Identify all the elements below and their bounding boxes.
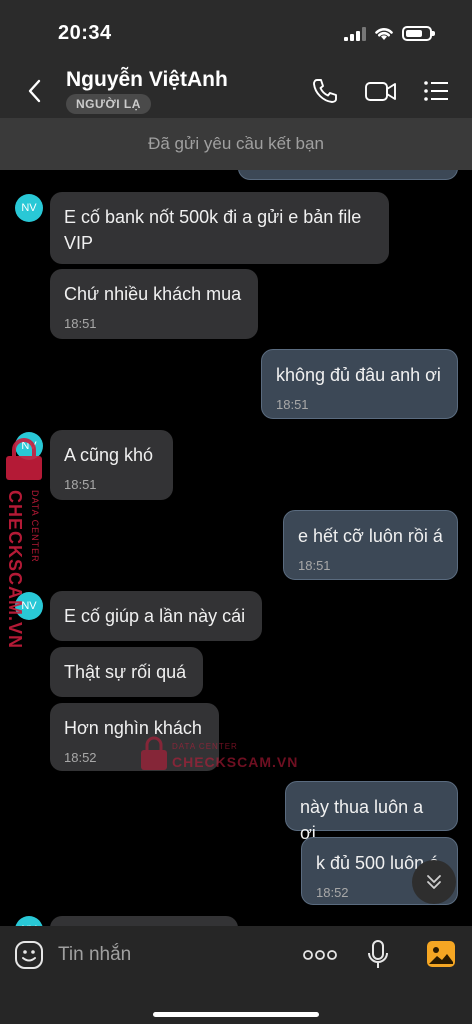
status-time: 20:34 xyxy=(58,22,112,44)
contact-name[interactable]: Nguyễn ViệtAnh xyxy=(66,68,228,92)
menu-list-icon[interactable] xyxy=(422,76,452,106)
watermark-lock-icon xyxy=(6,438,42,480)
gallery-icon[interactable] xyxy=(426,940,456,968)
message-text: E cố bank nốt 500k đi a gửi e bản file V… xyxy=(64,207,362,253)
message-input-bar: Tin nhắn xyxy=(0,926,472,1024)
home-indicator xyxy=(153,1012,319,1017)
message-text: e hết cỡ luôn rồi á xyxy=(298,526,443,546)
message-bubble[interactable]: e hết cỡ luôn rồi á 18:51 xyxy=(283,510,458,580)
wifi-icon xyxy=(375,28,393,40)
message-bubble[interactable]: A cũng khó 18:51 xyxy=(50,430,173,500)
message-text: Chứ nhiều khách mua xyxy=(64,284,242,304)
message-bubble[interactable]: không đủ đâu anh ơi 18:51 xyxy=(261,349,458,419)
message-time: 18:51 xyxy=(276,397,309,412)
message-text: không đủ đâu anh ơi xyxy=(276,365,441,385)
avatar[interactable]: NV xyxy=(15,194,43,222)
message-bubble[interactable]: Thật sự rối quá xyxy=(50,647,203,697)
more-icon[interactable] xyxy=(303,948,337,962)
stranger-badge: NGƯỜI LẠ xyxy=(66,94,151,114)
friend-request-notice: Đã gửi yêu cầu kết bạn xyxy=(0,118,472,170)
watermark-center: DATA CENTER CHECKSCAM.VN xyxy=(140,736,300,776)
chevron-down-icon xyxy=(427,875,441,889)
message-time: 18:51 xyxy=(298,558,331,573)
watermark-sub: DATA CENTER xyxy=(172,742,238,751)
signal-icon xyxy=(344,26,366,41)
watermark-brand: CHECKSCAM.VN xyxy=(172,754,299,770)
chat-header: Nguyễn ViệtAnh NGƯỜI LẠ xyxy=(0,58,472,118)
message-bubble-partial xyxy=(238,170,458,180)
message-time: 18:51 xyxy=(64,477,97,492)
battery-icon xyxy=(402,26,435,41)
message-input[interactable]: Tin nhắn xyxy=(58,944,131,966)
message-bubble[interactable]: Chứ nhiều khách mua 18:51 xyxy=(50,269,258,339)
message-bubble[interactable]: E cố bank nốt 500k đi a gửi e bản file V… xyxy=(50,192,389,264)
message-bubble[interactable]: E cố giúp a lần này cái xyxy=(50,591,262,641)
message-text: A cũng khó xyxy=(64,445,154,465)
status-bar: 20:34 xyxy=(0,0,472,58)
avatar[interactable]: NV xyxy=(15,916,43,926)
phone-icon[interactable] xyxy=(310,76,340,106)
watermark-side: CHECKSCAM.VN DATA CENTER xyxy=(4,438,50,650)
chat-area[interactable]: NV E cố bank nốt 500k đi a gửi e bản fil… xyxy=(0,170,472,926)
watermark-lock-icon xyxy=(141,736,167,770)
microphone-icon[interactable] xyxy=(367,939,389,971)
watermark-brand: CHECKSCAM.VN xyxy=(5,490,25,650)
message-text: E cố giúp a lần này cái xyxy=(64,606,246,626)
message-time: 18:51 xyxy=(64,316,97,331)
message-bubble[interactable]: này thua luôn a ơi xyxy=(285,781,458,843)
back-icon[interactable] xyxy=(22,76,48,106)
video-call-icon[interactable] xyxy=(364,76,398,106)
scroll-down-button[interactable] xyxy=(412,860,456,904)
message-bubble-partial[interactable] xyxy=(50,916,238,926)
watermark-sub: DATA CENTER xyxy=(30,490,40,563)
sticker-icon[interactable] xyxy=(14,940,44,970)
status-icons xyxy=(344,26,435,41)
message-text: Thật sự rối quá xyxy=(64,662,187,682)
